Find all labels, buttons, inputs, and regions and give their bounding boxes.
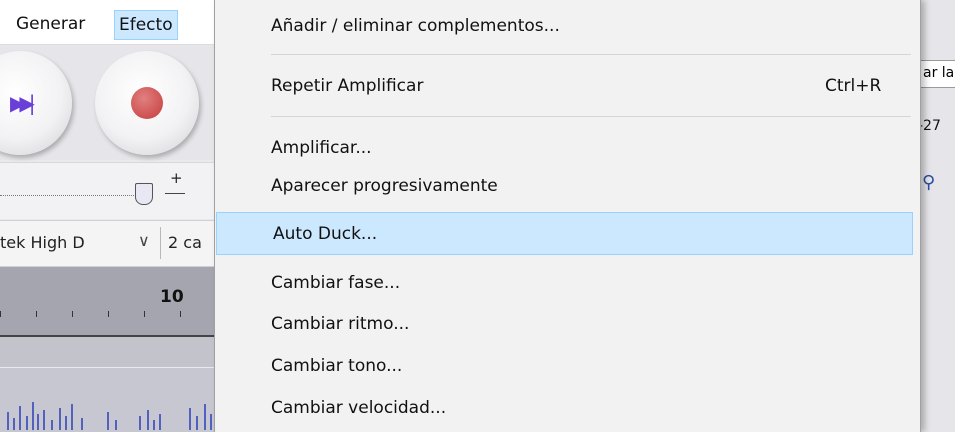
plus-icon: +: [170, 169, 183, 187]
record-button[interactable]: [95, 51, 199, 155]
menu-item-cambiar-tono[interactable]: Cambiar tono...: [215, 348, 917, 384]
menu-item-label: Cambiar fase...: [271, 273, 401, 293]
track-header: [0, 335, 215, 367]
zoom-icon[interactable]: ⚲: [922, 172, 935, 193]
ruler-ticks: [0, 311, 215, 317]
audacity-window: Generar Efecto ▶▶| + tek High D ∨ 2 ca 1…: [0, 0, 215, 432]
menu-item-shortcut: Ctrl+R: [825, 76, 882, 96]
right-edge-number: -27: [918, 118, 941, 134]
divider: [160, 227, 161, 259]
menu-item-cambiar-velocidad[interactable]: Cambiar velocidad...: [215, 390, 917, 426]
menu-item-label: Cambiar tono...: [271, 356, 403, 376]
menu-item-amplificar[interactable]: Amplificar...: [215, 130, 917, 166]
menu-item-cambiar-fase[interactable]: Cambiar fase...: [215, 265, 917, 301]
waveform: [7, 402, 212, 430]
waveform-track[interactable]: [0, 368, 215, 432]
menu-item-label: Amplificar...: [271, 138, 372, 158]
chevron-down-icon[interactable]: ∨: [138, 231, 150, 250]
menu-item-label: Añadir / eliminar complementos...: [271, 16, 560, 36]
menubar: Generar Efecto: [0, 0, 215, 45]
menu-item-auto-duck[interactable]: Auto Duck...: [216, 212, 913, 255]
menu-item-label: Aparecer progresivamente: [271, 176, 498, 196]
menu-item-aparecer-progresivamente[interactable]: Aparecer progresivamente: [215, 168, 917, 204]
timeline-ruler[interactable]: 10: [0, 267, 215, 335]
slider-divider: [165, 193, 185, 194]
skip-to-end-button[interactable]: ▶▶|: [0, 51, 72, 155]
record-icon: [131, 87, 163, 119]
menu-separator: [271, 116, 911, 117]
ruler-label: 10: [160, 287, 184, 307]
menu-item-repeat-amplify[interactable]: Repetir Amplificar Ctrl+R: [215, 68, 917, 104]
gain-slider-row: +: [0, 162, 215, 219]
device-toolbar: tek High D ∨ 2 ca: [0, 220, 215, 267]
menu-item-add-remove-plugins[interactable]: Añadir / eliminar complementos...: [215, 8, 917, 44]
menu-item-label: Auto Duck...: [273, 224, 378, 244]
effect-menu: Añadir / eliminar complementos... Repeti…: [214, 0, 921, 432]
right-toolbar-edge: ar la -27 ⚲: [918, 0, 955, 432]
menu-item-cambiar-ritmo[interactable]: Cambiar ritmo...: [215, 306, 917, 342]
menu-item-label: Cambiar velocidad...: [271, 398, 447, 418]
menu-item-label: Cambiar ritmo...: [271, 314, 410, 334]
recording-device-select[interactable]: tek High D: [0, 233, 85, 252]
menu-generar[interactable]: Generar: [12, 10, 89, 38]
menu-item-label: Repetir Amplificar: [271, 76, 424, 96]
slider-thumb[interactable]: [135, 183, 153, 205]
right-edge-field[interactable]: ar la: [920, 60, 955, 88]
skip-end-icon: ▶▶|: [10, 91, 35, 115]
menu-efecto[interactable]: Efecto: [114, 10, 178, 40]
transport-toolbar: ▶▶|: [0, 45, 215, 160]
slider-track: [0, 195, 150, 196]
channels-select[interactable]: 2 ca: [168, 233, 202, 252]
menu-separator: [271, 54, 911, 55]
